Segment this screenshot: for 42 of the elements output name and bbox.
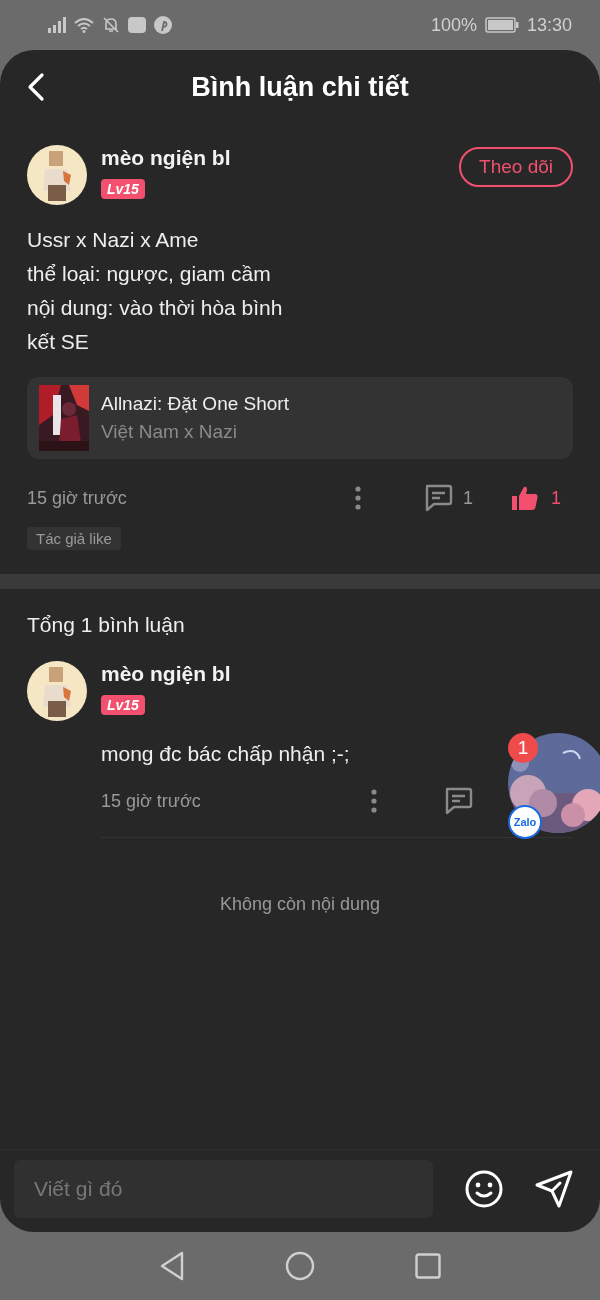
timestamp: 15 giờ trước <box>101 790 201 812</box>
home-nav-icon[interactable] <box>285 1251 315 1281</box>
app-badge[interactable]: Zalo <box>508 805 542 839</box>
clock: 13:30 <box>526 14 572 36</box>
post-text: nội dung: vào thời hòa bình <box>27 295 284 321</box>
recents-nav-icon[interactable] <box>415 1253 441 1279</box>
level-badge: Lv15 <box>101 695 145 715</box>
post-text: kết SE <box>27 329 90 355</box>
story-title: Allnazi: Đặt One Short <box>101 392 289 416</box>
comment-count-heading: Tổng 1 bình luận <box>26 612 186 638</box>
battery-percent: 100% <box>430 14 477 36</box>
end-of-content-label: Không còn nội dung <box>218 894 382 915</box>
comment-input-field[interactable]: Viết gì đó <box>14 1160 433 1218</box>
wifi-icon <box>74 17 94 33</box>
send-icon[interactable] <box>534 1169 574 1209</box>
muted-bell-icon <box>102 16 120 34</box>
page-title: Bình luận chi tiết <box>191 72 409 103</box>
battery-icon <box>484 17 519 33</box>
more-icon[interactable] <box>371 789 377 813</box>
avatar <box>27 661 87 721</box>
signal-icon <box>48 17 66 33</box>
more-icon[interactable] <box>354 486 361 510</box>
follow-button[interactable]: Theo dõi <box>459 147 573 187</box>
avatar <box>27 145 87 205</box>
thumbs-up-icon[interactable] <box>511 485 539 511</box>
username[interactable]: mèo ngiện bl <box>101 661 231 687</box>
story-subtitle: Việt Nam x Nazi <box>101 420 238 444</box>
username[interactable]: mèo ngiện bl <box>101 145 231 171</box>
comment-icon[interactable] <box>443 787 473 815</box>
comment-text: mong đc bác chấp nhận ;-; <box>101 741 350 767</box>
emoji-icon[interactable] <box>464 1169 504 1209</box>
comment-count: 1 <box>462 487 473 509</box>
post-text: Ussr x Nazi x Ame <box>27 227 200 253</box>
linked-story-card[interactable]: Allnazi: Đặt One Short Việt Nam x Nazi <box>27 377 573 459</box>
timestamp: 15 giờ trước <box>27 487 127 509</box>
like-count: 1 <box>551 487 561 509</box>
level-badge: Lv15 <box>101 179 145 199</box>
notification-badge: 1 <box>508 733 538 763</box>
post-text: thể loại: ngược, giam cầm <box>27 261 272 287</box>
back-nav-icon[interactable] <box>159 1251 185 1281</box>
pin-logo-icon <box>154 16 172 34</box>
author-liked-tag: Tác giả like <box>27 527 121 550</box>
